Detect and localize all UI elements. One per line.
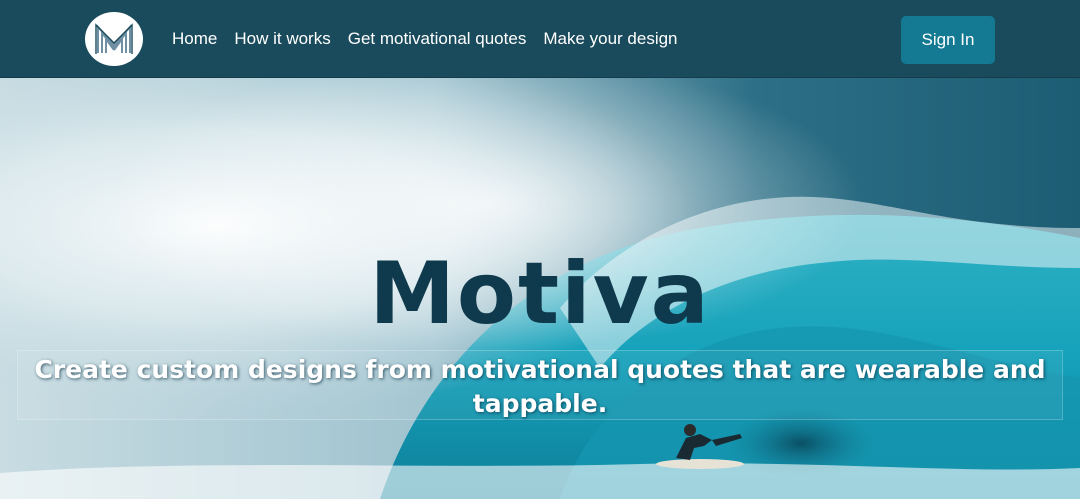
nav-link-make-your-design[interactable]: Make your design — [543, 29, 677, 49]
logo[interactable] — [85, 12, 143, 66]
sign-in-button[interactable]: Sign In — [901, 16, 995, 64]
top-navbar: Home How it works Get motivational quote… — [0, 0, 1080, 78]
hero-section: Motiva Create custom designs from motiva… — [0, 78, 1080, 499]
nav-link-get-motivational-quotes[interactable]: Get motivational quotes — [348, 29, 527, 49]
logo-m-icon — [95, 23, 133, 54]
nav-link-how-it-works[interactable]: How it works — [234, 29, 330, 49]
hero-title: Motiva — [369, 244, 711, 344]
nav-links: Home How it works Get motivational quote… — [172, 0, 695, 78]
hero-tagline: Create custom designs from motivational … — [34, 355, 1046, 418]
page: Home How it works Get motivational quote… — [0, 0, 1080, 499]
nav-link-home[interactable]: Home — [172, 29, 217, 49]
